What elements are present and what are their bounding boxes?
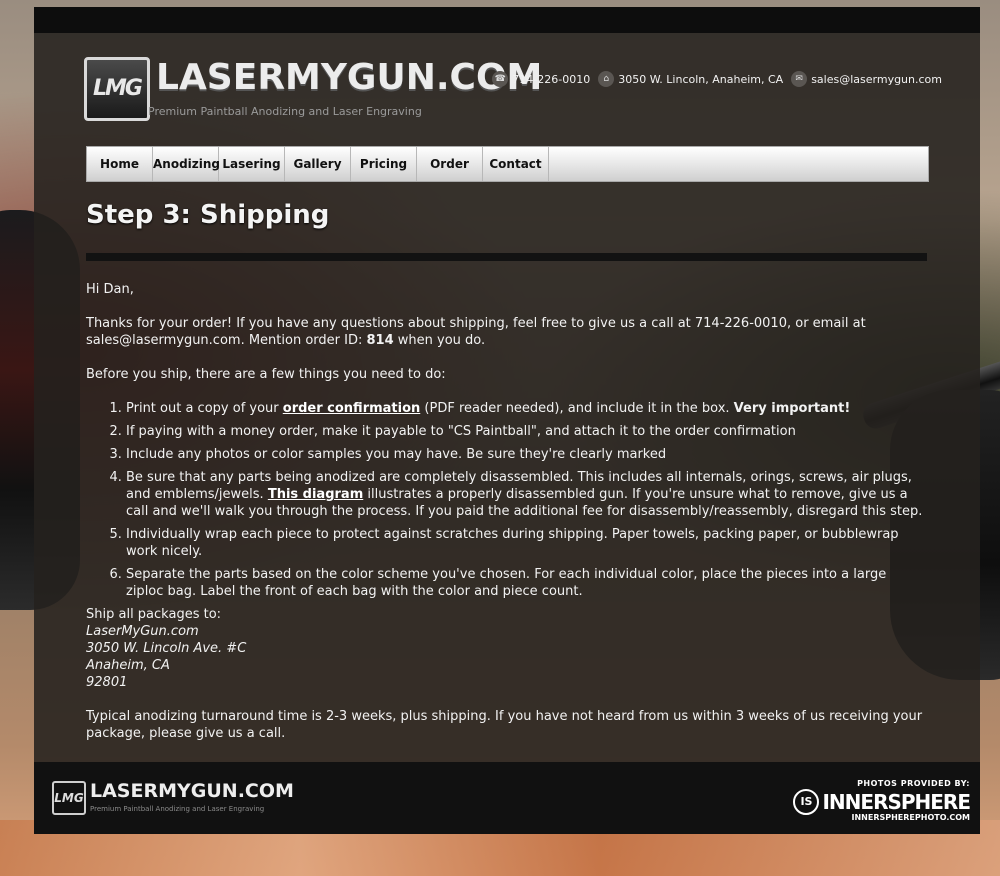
diagram-link[interactable]: This diagram — [268, 487, 363, 502]
page-container: LMG LASERMYGUN.COM Premium Paintball Ano… — [34, 7, 980, 834]
site-logo[interactable]: LMG LASERMYGUN.COM Premium Paintball Ano… — [84, 54, 542, 134]
ship-address-block: Ship all packages to: LaserMyGun.com 305… — [86, 606, 926, 691]
nav-item-gallery[interactable]: Gallery — [285, 147, 351, 181]
step-item: Be sure that any parts being anodized ar… — [126, 469, 926, 520]
header-phone: 714-226-0010 — [512, 72, 591, 86]
main-content: Hi Dan, Thanks for your order! If you ha… — [86, 281, 926, 759]
nav-item-order[interactable]: Order — [417, 147, 483, 181]
credits-name: INNERSPHERE — [822, 790, 971, 814]
nav-item-anodizing[interactable]: Anodizing — [153, 147, 220, 181]
top-bar — [34, 7, 980, 33]
ship-zip: 92801 — [86, 675, 128, 690]
thanks-text-end: when you do. — [393, 333, 486, 348]
nav-item-contact[interactable]: Contact — [483, 147, 549, 181]
step-item: Individually wrap each piece to protect … — [126, 526, 926, 560]
step-item: Print out a copy of your order confirmat… — [126, 400, 926, 417]
thanks-paragraph: Thanks for your order! If you have any q… — [86, 315, 926, 349]
footer-logo-mark-icon: LMG — [52, 781, 86, 815]
ship-to-label: Ship all packages to: — [86, 607, 222, 622]
footer-logo[interactable]: LMG LASERMYGUN.COM Premium Paintball Ano… — [52, 780, 294, 821]
header-address: 3050 W. Lincoln, Anaheim, CA — [618, 72, 784, 86]
main-nav: Home Anodizing Lasering Gallery Pricing … — [86, 146, 929, 182]
step-text: Print out a copy of your — [126, 401, 283, 416]
footer-logo-tagline: Premium Paintball Anodizing and Laser En… — [90, 805, 265, 813]
ship-city: Anaheim, CA — [86, 658, 170, 673]
step-item: Include any photos or color samples you … — [126, 446, 926, 463]
footer-logo-text: LASERMYGUN.COM — [90, 780, 294, 802]
credits-brand: IS INNERSPHERE — [793, 789, 971, 815]
step-item: Separate the parts based on the color sc… — [126, 566, 926, 600]
home-icon: ⌂ — [598, 71, 615, 87]
before-ship-text: Before you ship, there are a few things … — [86, 367, 446, 382]
logo-tagline: Premium Paintball Anodizing and Laser En… — [148, 105, 422, 118]
logo-mark-icon: LMG — [84, 57, 150, 121]
order-confirmation-link[interactable]: order confirmation — [283, 401, 421, 416]
ship-name: LaserMyGun.com — [86, 624, 199, 639]
header-email[interactable]: sales@lasermygun.com — [811, 73, 942, 86]
steps-list: Print out a copy of your order confirmat… — [86, 400, 926, 600]
credits-url: INNERSPHEREPHOTO.COM — [851, 813, 970, 822]
header-contact: ☎ 714-226-0010 ⌂ 3050 W. Lincoln, Anahei… — [488, 71, 942, 87]
mail-icon: ✉ — [791, 71, 808, 87]
nav-item-pricing[interactable]: Pricing — [351, 147, 417, 181]
photo-credits[interactable]: PHOTOS PROVIDED BY: IS INNERSPHERE INNER… — [793, 779, 971, 822]
phone-icon: ☎ — [492, 71, 509, 87]
title-divider — [86, 253, 927, 261]
footer: LMG LASERMYGUN.COM Premium Paintball Ano… — [34, 762, 980, 834]
step-item: If paying with a money order, make it pa… — [126, 423, 926, 440]
greeting: Hi Dan, — [86, 282, 134, 297]
step-text: (PDF reader needed), and include it in t… — [420, 401, 734, 416]
important-note: Very important! — [733, 401, 851, 416]
logo-text: LASERMYGUN.COM — [156, 57, 543, 98]
turnaround-text: Typical anodizing turnaround time is 2-3… — [86, 709, 923, 741]
ship-street: 3050 W. Lincoln Ave. #C — [86, 641, 247, 656]
nav-item-home[interactable]: Home — [87, 147, 153, 181]
order-id: 814 — [366, 333, 394, 348]
innersphere-logo-icon: IS — [793, 789, 820, 815]
credits-label: PHOTOS PROVIDED BY: — [857, 779, 970, 788]
nav-item-lasering[interactable]: Lasering — [219, 147, 285, 181]
page-title: Step 3: Shipping — [86, 200, 330, 230]
